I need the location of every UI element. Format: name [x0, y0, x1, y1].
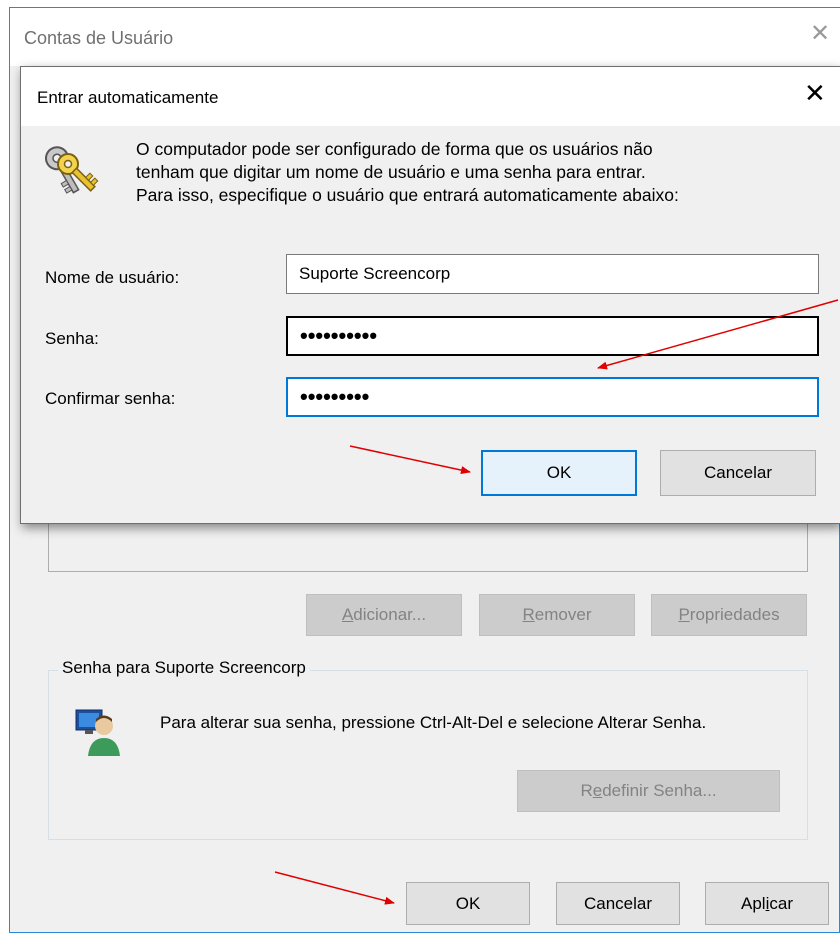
password-group-legend: Senha para Suporte Screencorp: [58, 658, 310, 678]
remove-button-accel: R: [522, 605, 535, 624]
username-field[interactable]: Suporte Screencorp: [286, 254, 819, 294]
outer-ok-button[interactable]: OK: [406, 882, 530, 925]
dialog-cancel-button[interactable]: Cancelar: [660, 450, 816, 496]
confirm-password-field[interactable]: •••••••••: [286, 377, 819, 417]
outer-cancel-label: Cancelar: [583, 893, 653, 913]
keys-icon: [38, 140, 102, 204]
add-button[interactable]: Adicionar...: [306, 594, 462, 636]
properties-button-label-b: ropriedades: [689, 605, 780, 624]
dialog-ok-button[interactable]: OK: [481, 450, 637, 496]
confirm-password-value: •••••••••: [300, 384, 370, 409]
dialog-ok-label: OK: [546, 463, 572, 482]
add-button-label-b: dicionar...: [353, 605, 427, 624]
password-label: Senha:: [45, 329, 99, 348]
reset-button-accel: e: [592, 781, 603, 800]
apply-label-b: car: [769, 893, 793, 913]
username-label: Nome de usuário:: [45, 268, 180, 287]
password-field[interactable]: ••••••••••: [286, 316, 819, 356]
apply-button[interactable]: Apl i car: [705, 882, 829, 925]
outer-close-icon[interactable]: ✕: [810, 22, 830, 46]
password-value: ••••••••••: [300, 323, 378, 348]
username-value: Suporte Screencorp: [299, 264, 451, 283]
description-line: Para isso, especifique o usuário que ent…: [136, 185, 679, 205]
description-line: O computador pode ser configurado de for…: [136, 139, 653, 159]
password-change-hint: Para alterar sua senha, pressione Ctrl-A…: [160, 713, 707, 732]
outer-cancel-button[interactable]: Cancelar: [556, 882, 680, 925]
remove-button-label-b: emover: [534, 605, 592, 624]
reset-password-button[interactable]: Re definir Senha...: [517, 770, 780, 812]
dialog-cancel-label: Cancelar: [703, 463, 773, 482]
apply-label-a: Apl: [741, 893, 766, 913]
description-line: tenham que digitar um nome de usuário e …: [136, 162, 646, 182]
reset-button-label-a: R: [580, 781, 593, 800]
password-group-box: [48, 670, 808, 840]
add-button-accel: A: [341, 605, 354, 624]
outer-window-title: Contas de Usuário: [24, 28, 174, 48]
dialog-description: O computador pode ser configurado de for…: [136, 138, 826, 207]
properties-button-accel: P: [678, 605, 690, 624]
dialog-close-icon[interactable]: ✕: [804, 80, 826, 106]
remove-button[interactable]: Remover: [479, 594, 635, 636]
confirm-password-label: Confirmar senha:: [45, 389, 176, 408]
dialog-title: Entrar automaticamente: [37, 88, 219, 107]
properties-button[interactable]: Propriedades: [651, 594, 807, 636]
reset-button-label-b: definir Senha...: [602, 781, 717, 800]
outer-ok-label: OK: [455, 893, 481, 913]
user-monitor-icon: [74, 706, 122, 758]
